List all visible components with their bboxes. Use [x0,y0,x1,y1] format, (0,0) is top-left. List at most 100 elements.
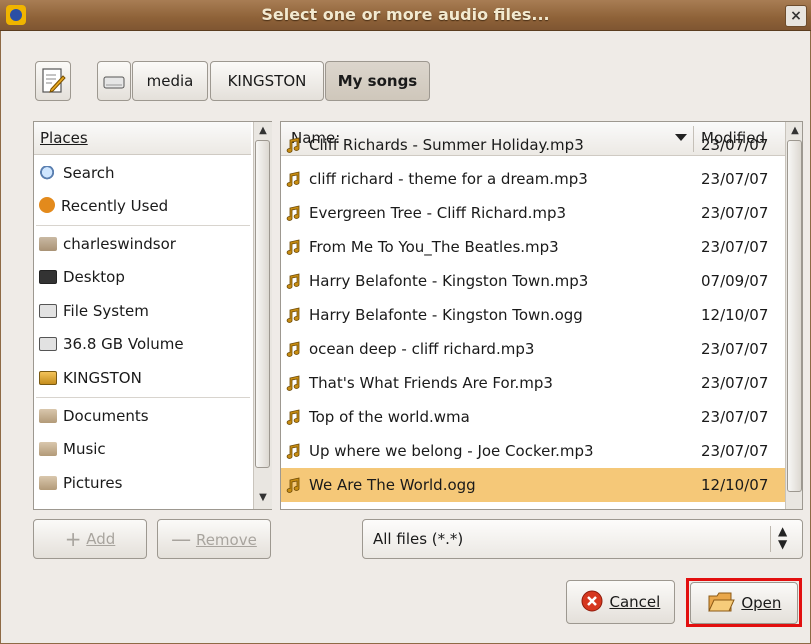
file-name: cliff richard - theme for a dream.mp3 [309,170,588,188]
file-modified: 07/09/07 [701,272,769,290]
volume-icon [39,337,57,351]
remove-bookmark-button[interactable]: — Remove [157,519,271,559]
file-row[interactable]: Top of the world.wma 23/07/07 [281,400,785,434]
music-file-icon [286,171,300,187]
places-item-label: Documents [63,407,149,425]
places-item-documents[interactable]: Documents [39,402,149,430]
places-item-recently-used[interactable]: Recently Used [39,192,168,220]
file-modified: 23/07/07 [701,374,769,392]
scroll-up-arrow-icon[interactable]: ▲ [256,124,270,138]
close-button[interactable]: × [785,5,807,27]
file-modified: 23/07/07 [701,408,769,426]
places-header[interactable]: Places [34,122,251,155]
file-type-filter[interactable]: All files (*.*) ▲ ▼ [362,519,803,559]
minus-icon: — [171,527,192,551]
file-modified: 12/10/07 [701,306,769,324]
path-segment-media[interactable]: media [132,61,208,101]
music-file-icon [286,239,300,255]
desktop-icon [39,270,57,284]
places-header-label: Places [40,129,88,147]
places-scrollbar[interactable]: ▲ ▼ [253,122,272,509]
music-file-icon [286,273,300,289]
file-name: Harry Belafonte - Kingston Town.mp3 [309,272,589,290]
combo-separator [770,526,771,552]
add-button-label: Add [86,530,116,548]
scroll-down-arrow-icon[interactable]: ▼ [256,491,270,505]
file-row[interactable]: From Me To You_The Beatles.mp3 23/07/07 [281,230,785,264]
places-item-label: KINGSTON [63,369,142,387]
filesystem-icon [39,304,57,318]
folder-icon [39,476,57,490]
home-folder-icon [39,237,57,251]
file-name: Evergreen Tree - Cliff Richard.mp3 [309,204,567,222]
file-type-filter-value: All files (*.*) [373,530,464,548]
file-modified: 23/07/07 [701,442,769,460]
places-pane: Places Search Recently Used charleswinds… [33,121,272,510]
places-item-label: 36.8 GB Volume [63,335,184,353]
file-row[interactable]: Up where we belong - Joe Cocker.mp3 23/07… [281,434,785,468]
places-item-label: File System [63,302,149,320]
places-item-file-system[interactable]: File System [39,297,149,325]
file-row[interactable]: Harry Belafonte - Kingston Town.mp3 07/09… [281,264,785,298]
path-segment-kingston[interactable]: KINGSTON [210,61,324,101]
drive-path-button[interactable] [97,61,131,101]
music-file-icon [286,307,300,323]
open-button-highlight [686,578,802,627]
add-bookmark-button[interactable]: + Add [33,519,147,559]
places-item-volume[interactable]: 36.8 GB Volume [39,330,184,358]
music-file-icon [286,443,300,459]
places-item-desktop[interactable]: Desktop [39,263,125,291]
file-row[interactable]: ocean deep - cliff richard.mp3 23/07/07 [281,332,785,366]
file-list-scrollbar[interactable]: ▲ [785,122,802,509]
file-name: Cliff Richards - Summer Holiday.mp3 [309,136,584,154]
window-title: Select one or more audio files... [261,5,550,24]
usb-drive-icon [39,371,57,385]
places-item-pictures[interactable]: Pictures [39,469,122,497]
plus-icon: + [64,527,82,551]
file-row[interactable]: Harry Belafonte - Kingston Town.ogg 12/10… [281,298,785,332]
folder-icon [39,409,57,423]
file-list: Name: Modified Cliff Richards - Summer H… [280,121,803,510]
cancel-button[interactable]: Cancel [566,580,675,624]
places-item-charleswindsor[interactable]: charleswindsor [39,230,176,258]
file-list-scroll-thumb[interactable] [787,140,802,492]
places-item-label: Search [63,164,115,182]
places-item-label: Recently Used [61,197,169,215]
file-name: We Are The World.ogg [309,476,476,494]
file-modified: 23/07/07 [701,170,769,188]
music-file-icon [286,137,300,153]
music-file-icon [286,477,300,493]
file-row[interactable]: That's What Friends Are For.mp3 23/07/07 [281,366,785,400]
music-file-icon [286,341,300,357]
file-name: Harry Belafonte - Kingston Town.ogg [309,306,583,324]
places-item-label: Pictures [63,474,123,492]
file-name: From Me To You_The Beatles.mp3 [309,238,559,256]
file-row[interactable]: Evergreen Tree - Cliff Richard.mp3 23/07/… [281,196,785,230]
edit-location-button[interactable] [35,61,71,101]
places-item-label: charleswindsor [63,235,176,253]
file-modified: 23/07/07 [701,238,769,256]
places-scroll-thumb[interactable] [255,140,270,468]
drive-icon [103,76,125,89]
path-segment-my-songs[interactable]: My songs [325,61,430,101]
places-item-label: Music [63,440,106,458]
places-item-kingston[interactable]: KINGSTON [39,364,142,392]
places-item-music[interactable]: Music [39,435,106,463]
scroll-up-arrow-icon[interactable]: ▲ [788,124,802,138]
file-modified: 23/07/07 [701,136,769,154]
file-name: That's What Friends Are For.mp3 [309,374,553,392]
file-row[interactable]: cliff richard - theme for a dream.mp3 23/… [281,162,785,196]
search-icon [39,166,57,180]
places-item-search[interactable]: Search [39,159,115,187]
file-modified: 23/07/07 [701,204,769,222]
recent-icon [39,197,55,213]
file-modified: 23/07/07 [701,340,769,358]
music-file-icon [286,205,300,221]
file-name: Top of the world.wma [309,408,470,426]
file-name: Up where we belong - Joe Cocker.mp3 [309,442,594,460]
cancel-button-label: Cancel [609,593,661,611]
edit-location-icon [42,68,66,93]
file-row[interactable]: Cliff Richards - Summer Holiday.mp3 23/07… [281,128,785,162]
remove-button-label: Remove [195,531,257,549]
file-row[interactable]: We Are The World.ogg 12/10/07 [281,468,785,502]
